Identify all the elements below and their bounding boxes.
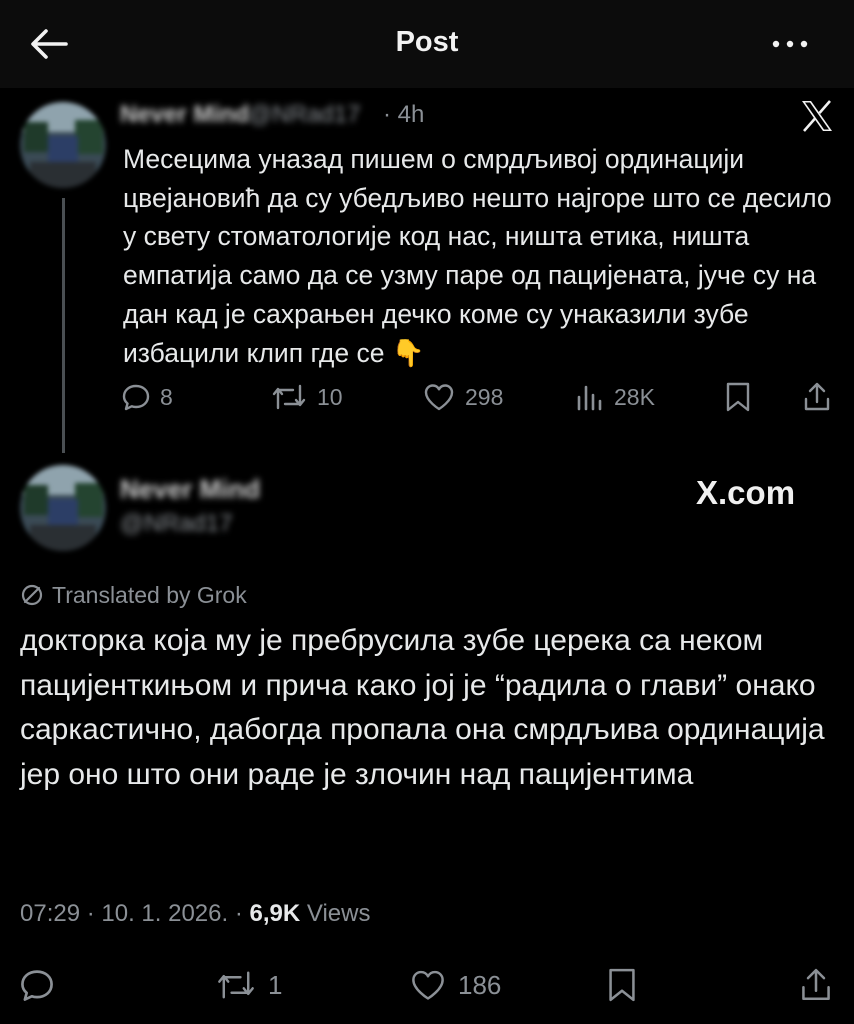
post-views-label: Views — [306, 900, 371, 927]
views-count: 28K — [614, 383, 655, 410]
like-icon — [412, 970, 444, 1000]
reply-icon — [21, 970, 53, 1001]
repost-button[interactable]: 10 — [271, 380, 343, 414]
like-icon — [424, 384, 454, 411]
views-button[interactable]: 28K — [576, 380, 655, 414]
back-button[interactable] — [28, 26, 70, 62]
reply-count: 8 — [160, 383, 173, 410]
like-button[interactable]: 186 — [410, 965, 501, 1005]
bookmark-button[interactable] — [724, 380, 762, 414]
repost-icon — [218, 971, 254, 999]
avatar[interactable] — [20, 465, 106, 551]
x-logo-icon — [802, 100, 832, 132]
reply-button[interactable]: 8 — [122, 380, 173, 414]
avatar-image — [20, 102, 106, 188]
post-meta: 07:29 · 10. 1. 2026. · 6,9K Views — [20, 900, 370, 928]
more-icon — [772, 40, 808, 48]
back-arrow-icon — [31, 29, 68, 59]
author-handle[interactable]: @NRad17 — [120, 510, 232, 538]
views-icon — [577, 385, 602, 411]
share-button[interactable] — [800, 965, 844, 1005]
post-time[interactable]: · 4h — [383, 101, 424, 129]
author-handle[interactable]: @NRad17 — [248, 101, 360, 129]
repost-icon — [272, 384, 306, 410]
translated-label: Translated by Grok — [52, 581, 247, 608]
repost-button[interactable]: 1 — [216, 965, 282, 1005]
share-icon — [804, 382, 830, 411]
like-count: 186 — [458, 969, 502, 1000]
grok-translate-icon — [21, 584, 43, 606]
point-down-emoji: 👇 — [391, 337, 425, 368]
top-bar: Post — [0, 0, 854, 88]
page-title: Post — [395, 26, 459, 58]
avatar[interactable] — [20, 102, 106, 188]
thread-connector — [62, 198, 65, 453]
share-icon — [802, 968, 830, 1000]
share-button[interactable] — [803, 380, 841, 414]
reply-button[interactable] — [20, 965, 66, 1005]
quoted-post-body: Месецима уназад пишем о смрдљивој ордина… — [123, 144, 832, 368]
post-text: докторка која му је пребрусила зубе цере… — [20, 624, 825, 791]
more-button[interactable] — [770, 34, 810, 54]
bookmark-icon — [726, 382, 750, 412]
reply-icon — [122, 384, 150, 411]
like-count: 298 — [465, 383, 504, 410]
post-timestamp[interactable]: 07:29 · 10. 1. 2026. · — [20, 900, 243, 927]
author-name[interactable]: Never Mind — [120, 101, 249, 129]
like-button[interactable]: 298 — [423, 380, 503, 414]
quoted-post-text: Месецима уназад пишем о смрдљивој ордина… — [123, 140, 838, 372]
post-views-count: 6,9K — [249, 900, 301, 927]
repost-count: 1 — [268, 969, 283, 1000]
source-badge: X.com — [696, 474, 796, 511]
translated-by-grok[interactable]: Translated by Grok — [20, 580, 247, 610]
repost-count: 10 — [317, 383, 343, 410]
avatar-image — [20, 465, 106, 551]
bookmark-icon — [609, 968, 635, 1002]
bookmark-button[interactable] — [606, 965, 650, 1005]
author-name[interactable]: Never Mind — [120, 474, 260, 505]
